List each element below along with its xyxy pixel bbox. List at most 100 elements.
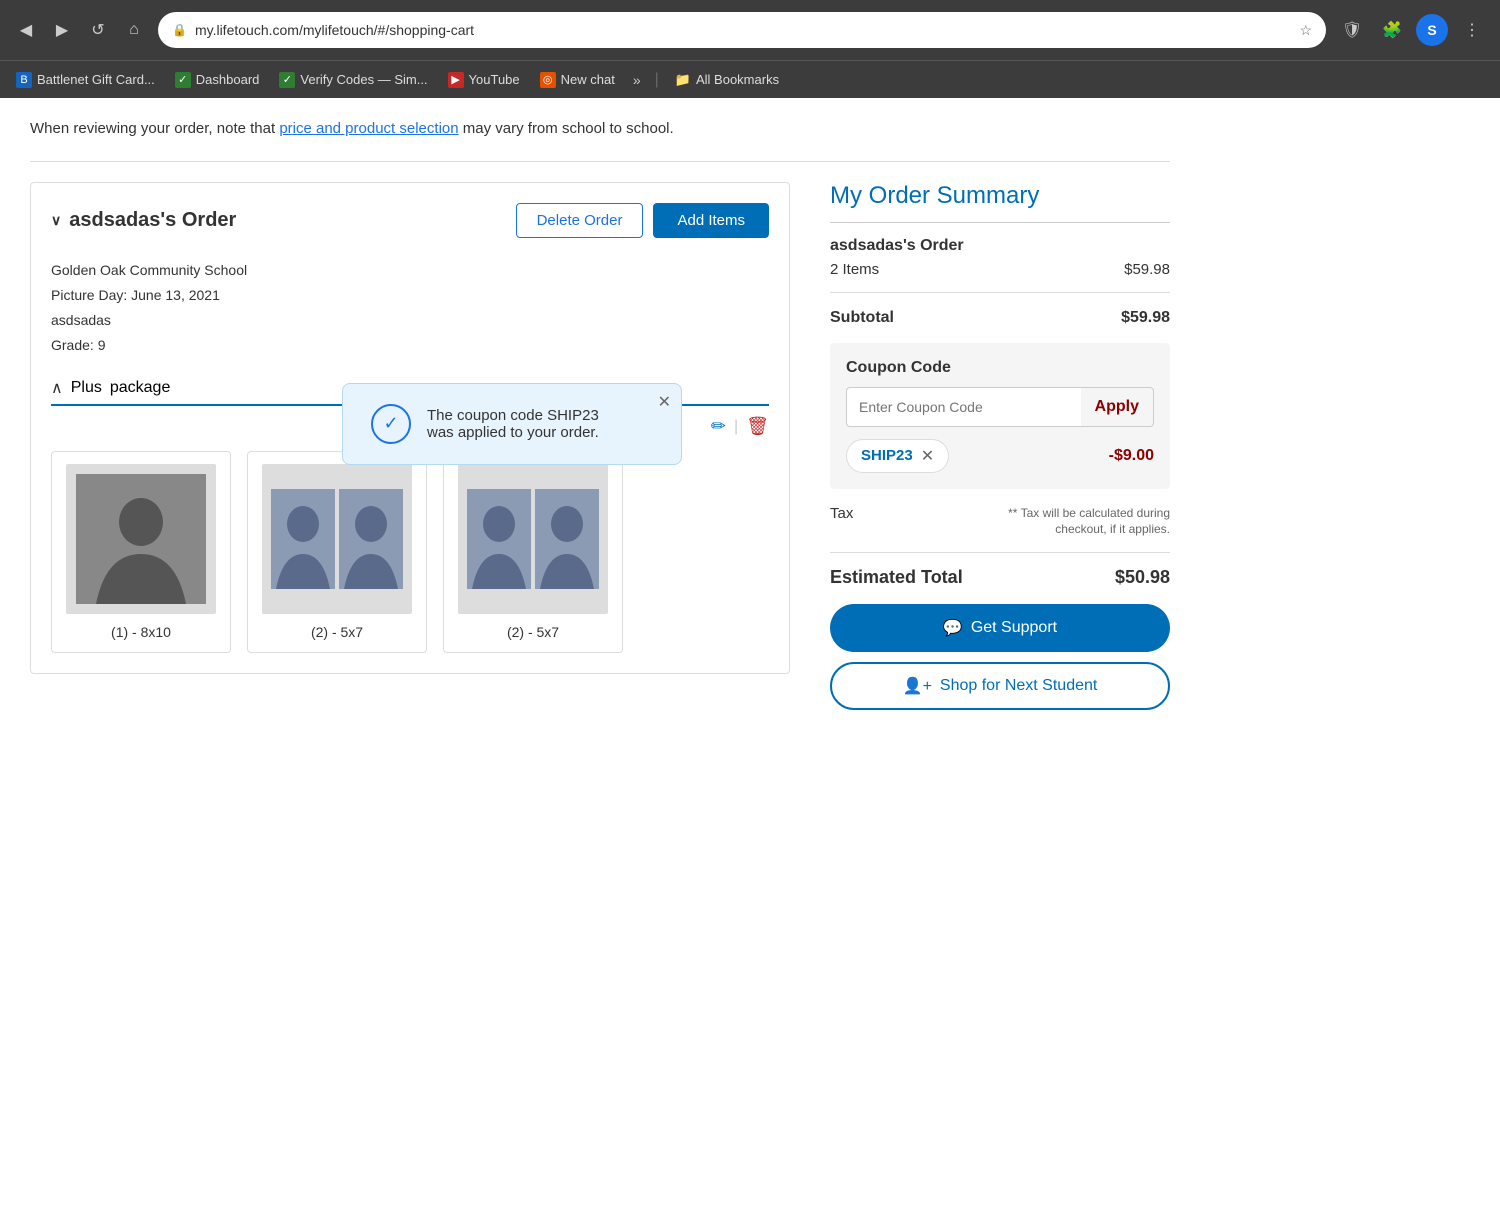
- collapse-chevron-icon[interactable]: ∨: [51, 212, 61, 229]
- school-name: Golden Oak Community School: [51, 258, 769, 283]
- photo-grid: (1) - 8x10: [51, 451, 769, 653]
- photo-5x7-second-label: (2) - 5x7: [456, 624, 610, 640]
- bookmarks-bar: B Battlenet Gift Card... ✓ Dashboard ✓ V…: [0, 60, 1500, 98]
- package-label: Plus: [71, 379, 102, 397]
- support-icon: 💬: [943, 618, 963, 638]
- summary-items-price: $59.98: [1124, 261, 1170, 278]
- toast-close-button[interactable]: ✕: [658, 392, 671, 412]
- icon-separator: |: [734, 418, 738, 436]
- student-name: asdsadas: [51, 308, 769, 333]
- coupon-apply-button[interactable]: Apply: [1081, 387, 1154, 427]
- order-header: ∨ asdsadas's Order Delete Order Add Item…: [51, 203, 769, 238]
- bookmarks-more[interactable]: »: [627, 68, 647, 92]
- shop-next-student-button[interactable]: 👤+ Shop for Next Student: [830, 662, 1170, 710]
- notice-text: When reviewing your order, note that pri…: [30, 118, 1170, 141]
- estimated-total-row: Estimated Total $50.98: [830, 567, 1170, 588]
- bookmark-verify[interactable]: ✓ Verify Codes — Sim...: [271, 68, 435, 92]
- browser-menu-button[interactable]: ⋮: [1456, 14, 1488, 46]
- price-selection-link[interactable]: price and product selection: [279, 120, 458, 137]
- summary-title: My Order Summary: [830, 182, 1170, 210]
- address-bar[interactable]: 🔒 my.lifetouch.com/mylifetouch/#/shoppin…: [158, 12, 1326, 48]
- order-actions: Delete Order Add Items: [516, 203, 769, 238]
- checkmark-icon: ✓: [371, 404, 411, 444]
- battlenet-icon: B: [16, 72, 32, 88]
- shield-icon[interactable]: 🛡: [1336, 14, 1368, 46]
- bookmark-dashboard[interactable]: ✓ Dashboard: [167, 68, 268, 92]
- toast-message: The coupon code SHIP23 was applied to yo…: [427, 407, 599, 441]
- bookmark-label: New chat: [561, 72, 615, 87]
- folder-icon: 📁: [675, 72, 691, 88]
- tax-label: Tax: [830, 505, 853, 522]
- estimated-total-price: $50.98: [1115, 567, 1170, 588]
- main-layout: ∨ asdsadas's Order Delete Order Add Item…: [30, 182, 1170, 711]
- package-collapse-icon[interactable]: ∧: [51, 378, 63, 398]
- order-section: ∨ asdsadas's Order Delete Order Add Item…: [30, 182, 790, 675]
- coupon-code-text: SHIP23: [861, 447, 913, 464]
- youtube-icon: ▶: [448, 72, 464, 88]
- verify-icon: ✓: [279, 72, 295, 88]
- bookmark-battlenet[interactable]: B Battlenet Gift Card...: [8, 68, 163, 92]
- photo-5x7-first-label: (2) - 5x7: [260, 624, 414, 640]
- subtotal-label: Subtotal: [830, 309, 894, 327]
- get-support-button[interactable]: 💬 Get Support: [830, 604, 1170, 652]
- extensions-icon[interactable]: 🧩: [1376, 14, 1408, 46]
- estimated-total-label: Estimated Total: [830, 567, 963, 588]
- bookmark-youtube[interactable]: ▶ YouTube: [440, 68, 528, 92]
- coupon-section: Coupon Code Apply SHIP23 ✕ -$9.00: [830, 343, 1170, 489]
- order-title: ∨ asdsadas's Order: [51, 209, 236, 232]
- summary-items-count: 2 Items: [830, 261, 879, 278]
- photo-5x7-second-image: [458, 464, 608, 614]
- photo-card-5x7-first: (2) - 5x7: [247, 451, 427, 653]
- summary-order-name: asdsadas's Order: [830, 237, 1170, 255]
- lock-icon: 🔒: [172, 23, 187, 37]
- tax-note: ** Tax will be calculated during checkou…: [990, 505, 1170, 539]
- coupon-remove-button[interactable]: ✕: [921, 446, 934, 466]
- coupon-discount: -$9.00: [1109, 447, 1154, 465]
- photo-card-8x10: (1) - 8x10: [51, 451, 231, 653]
- back-button[interactable]: ◀: [12, 16, 40, 44]
- photo-card-5x7-second: (2) - 5x7: [443, 451, 623, 653]
- edit-package-icon[interactable]: ✏: [711, 416, 726, 437]
- tax-row: Tax ** Tax will be calculated during che…: [830, 505, 1170, 554]
- subtotal-price: $59.98: [1121, 309, 1170, 327]
- bookmark-label: Verify Codes — Sim...: [300, 72, 427, 87]
- grade: Grade: 9: [51, 333, 769, 358]
- notice-post: may vary from school to school.: [459, 120, 674, 137]
- photo-5x7-first-image: [262, 464, 412, 614]
- notice-pre: When reviewing your order, note that: [30, 120, 279, 137]
- coupon-input-row: Apply: [846, 387, 1154, 427]
- browser-actions: 🛡 🧩 S ⋮: [1336, 14, 1488, 46]
- forward-button[interactable]: ▶: [48, 16, 76, 44]
- summary-items-row: 2 Items $59.98: [830, 261, 1170, 278]
- section-divider: [30, 161, 1170, 162]
- delete-order-button[interactable]: Delete Order: [516, 203, 644, 238]
- order-summary: My Order Summary asdsadas's Order 2 Item…: [830, 182, 1170, 711]
- browser-chrome: ◀ ▶ ↺ ⌂ 🔒 my.lifetouch.com/mylifetouch/#…: [0, 0, 1500, 60]
- summary-section-divider: [830, 292, 1170, 293]
- package-type: package: [110, 379, 171, 397]
- school-info: Golden Oak Community School Picture Day:…: [51, 258, 769, 359]
- delete-package-icon[interactable]: 🗑: [746, 416, 769, 437]
- bookmark-label: YouTube: [469, 72, 520, 87]
- coupon-label: Coupon Code: [846, 359, 1154, 377]
- order-name: asdsadas's Order: [69, 209, 236, 232]
- shop-next-label: Shop for Next Student: [940, 677, 1097, 695]
- coupon-applied-toast: ✓ The coupon code SHIP23 was applied to …: [342, 383, 682, 465]
- all-bookmarks-label: All Bookmarks: [696, 72, 779, 87]
- summary-subtotal-row: Subtotal $59.98: [830, 309, 1170, 327]
- all-bookmarks[interactable]: 📁 All Bookmarks: [667, 68, 787, 92]
- bookmark-newchat[interactable]: ◎ New chat: [532, 68, 623, 92]
- profile-avatar[interactable]: S: [1416, 14, 1448, 46]
- favorite-icon[interactable]: ☆: [1299, 22, 1312, 39]
- photo-8x10-label: (1) - 8x10: [64, 624, 218, 640]
- add-items-button[interactable]: Add Items: [653, 203, 769, 238]
- coupon-input[interactable]: [846, 387, 1081, 427]
- nav-buttons: ◀ ▶ ↺ ⌂: [12, 16, 148, 44]
- home-button[interactable]: ⌂: [120, 16, 148, 44]
- bookmarks-separator: |: [651, 71, 663, 89]
- bookmark-label: Battlenet Gift Card...: [37, 72, 155, 87]
- bookmark-label: Dashboard: [196, 72, 260, 87]
- photo-8x10-image: [66, 464, 216, 614]
- reload-button[interactable]: ↺: [84, 16, 112, 44]
- shop-next-icon: 👤+: [903, 676, 932, 696]
